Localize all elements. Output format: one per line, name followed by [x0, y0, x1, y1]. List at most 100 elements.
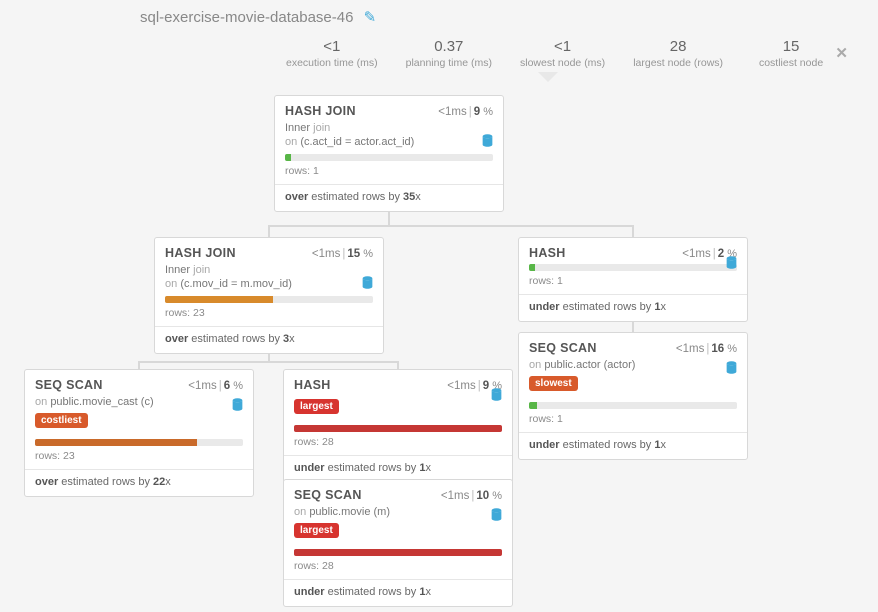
estimate-text: over estimated rows by 35x	[285, 191, 493, 203]
stat-planning-time: 0.37 planning time (ms)	[406, 38, 492, 69]
divider	[275, 184, 503, 185]
connector	[388, 211, 390, 225]
estimate-text: under estimated rows by 1x	[294, 586, 502, 598]
rows-text: rows: 23	[35, 450, 243, 462]
database-icon[interactable]	[482, 134, 493, 150]
node-join-kind: Inner join	[165, 264, 373, 276]
node-title: SEQ SCAN	[529, 341, 597, 355]
rows-bar	[35, 439, 243, 446]
connector	[632, 322, 634, 332]
plan-node-seqscan-movie[interactable]: SEQ SCAN <1ms|10 % on public.movie (m) l…	[283, 479, 513, 607]
node-metrics: <1ms|6 %	[188, 380, 243, 392]
estimate-text: under estimated rows by 1x	[294, 462, 502, 474]
plan-node-hash-join-root[interactable]: HASH JOIN <1ms|9 % Inner join on (c.act_…	[274, 95, 504, 212]
node-metrics: <1ms|16 %	[676, 343, 737, 355]
stat-label: planning time (ms)	[406, 57, 492, 69]
stat-value: 28	[633, 38, 723, 55]
rows-text: rows: 28	[294, 560, 502, 572]
stat-largest-node: 28 largest node (rows)	[633, 38, 723, 69]
database-icon[interactable]	[362, 276, 373, 292]
page-title: sql-exercise-movie-database-46 ✎	[140, 8, 376, 26]
badge-costliest: costliest	[35, 413, 88, 428]
connector	[268, 225, 633, 227]
stat-costliest-node: 15 costliest node	[751, 38, 831, 69]
divider	[284, 455, 512, 456]
node-title: SEQ SCAN	[35, 378, 103, 392]
database-icon[interactable]	[491, 388, 502, 404]
estimate-text: over estimated rows by 3x	[165, 333, 373, 345]
rows-bar	[165, 296, 373, 303]
connector	[632, 225, 634, 237]
rows-bar-fill	[285, 154, 291, 161]
plan-node-hash-right[interactable]: HASH <1ms|2 % rows: 1 under estimated ro…	[518, 237, 748, 322]
stat-value: <1	[520, 38, 605, 55]
stat-label: execution time (ms)	[286, 57, 378, 69]
stat-execution-time: <1 execution time (ms)	[286, 38, 378, 69]
rows-bar	[285, 154, 493, 161]
rows-text: rows: 23	[165, 307, 373, 319]
estimate-text: under estimated rows by 1x	[529, 439, 737, 451]
plan-node-seqscan-actor[interactable]: SEQ SCAN <1ms|16 % on public.actor (acto…	[518, 332, 748, 460]
rows-bar-fill	[165, 296, 273, 303]
stat-value: <1	[286, 38, 378, 55]
stat-value: 0.37	[406, 38, 492, 55]
rows-bar-fill	[35, 439, 197, 446]
connector	[268, 225, 270, 237]
connector	[397, 361, 399, 369]
node-metrics: <1ms|15 %	[312, 248, 373, 260]
badge-slowest: slowest	[529, 376, 578, 391]
stat-label: costliest node	[751, 57, 831, 69]
rows-text: rows: 28	[294, 436, 502, 448]
database-icon[interactable]	[491, 508, 502, 524]
estimate-text: under estimated rows by 1x	[529, 301, 737, 313]
node-join-cond: on (c.act_id = actor.act_id)	[285, 136, 493, 148]
node-title: HASH JOIN	[285, 104, 356, 118]
divider	[284, 579, 512, 580]
divider	[519, 432, 747, 433]
node-metrics: <1ms|10 %	[441, 490, 502, 502]
rows-text: rows: 1	[529, 275, 737, 287]
node-join-cond: on (c.mov_id = m.mov_id)	[165, 278, 373, 290]
rows-bar	[529, 402, 737, 409]
divider	[519, 294, 747, 295]
rows-bar-fill	[294, 549, 502, 556]
database-icon[interactable]	[232, 398, 243, 414]
rows-bar	[294, 549, 502, 556]
badge-largest: largest	[294, 399, 339, 414]
stats-row: <1 execution time (ms) 0.37 planning tim…	[286, 38, 831, 69]
rows-bar-fill	[294, 425, 502, 432]
connector	[138, 361, 140, 369]
database-icon[interactable]	[726, 361, 737, 377]
badge-largest: largest	[294, 523, 339, 538]
node-metrics: <1ms|9 %	[438, 106, 493, 118]
plan-node-hash-join-inner[interactable]: HASH JOIN <1ms|15 % Inner join on (c.mov…	[154, 237, 384, 354]
node-relation: on public.actor (actor)	[529, 359, 737, 371]
title-text: sql-exercise-movie-database-46	[140, 9, 353, 26]
rows-text: rows: 1	[285, 165, 493, 177]
stat-label: slowest node (ms)	[520, 57, 605, 69]
close-icon[interactable]: ✕	[835, 44, 848, 62]
connector	[138, 361, 398, 363]
node-relation: on public.movie_cast (c)	[35, 396, 243, 408]
node-join-kind: Inner join	[285, 122, 493, 134]
plan-node-seqscan-moviecast[interactable]: SEQ SCAN <1ms|6 % on public.movie_cast (…	[24, 369, 254, 497]
divider	[155, 326, 383, 327]
node-title: SEQ SCAN	[294, 488, 362, 502]
rows-bar	[529, 264, 737, 271]
pointer-icon	[538, 72, 558, 82]
stat-value: 15	[751, 38, 831, 55]
node-relation: on public.movie (m)	[294, 506, 502, 518]
estimate-text: over estimated rows by 22x	[35, 476, 243, 488]
node-title: HASH	[529, 246, 566, 260]
database-icon[interactable]	[726, 256, 737, 272]
plan-node-hash-left[interactable]: HASH <1ms|9 % largest rows: 28 under est…	[283, 369, 513, 483]
node-title: HASH JOIN	[165, 246, 236, 260]
edit-icon[interactable]: ✎	[364, 9, 377, 26]
stat-slowest-node: <1 slowest node (ms)	[520, 38, 605, 69]
node-title: HASH	[294, 378, 331, 392]
divider	[25, 469, 253, 470]
rows-text: rows: 1	[529, 413, 737, 425]
rows-bar-fill	[529, 264, 535, 271]
rows-bar	[294, 425, 502, 432]
rows-bar-fill	[529, 402, 537, 409]
